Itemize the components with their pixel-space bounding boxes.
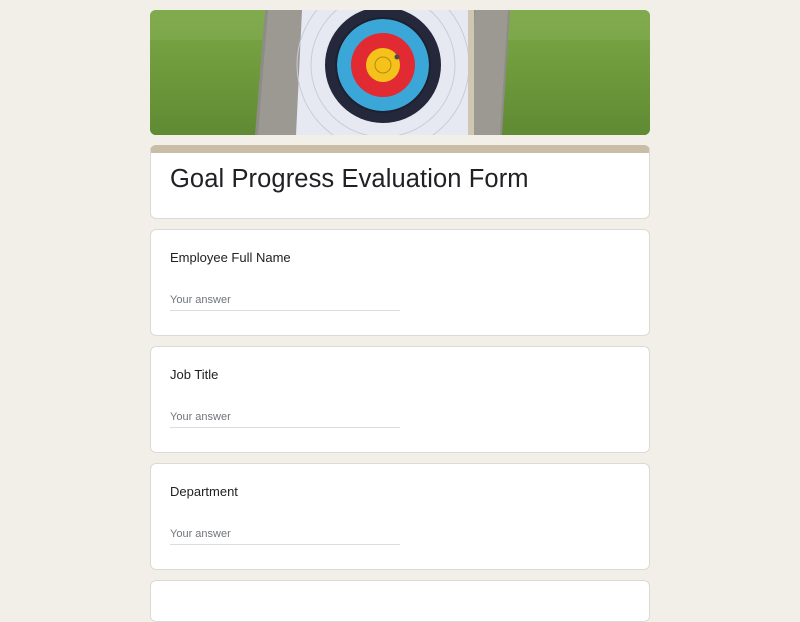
question-card-job-title: Job Title (150, 346, 650, 453)
header-image (150, 10, 650, 135)
employee-name-input[interactable] (170, 290, 400, 311)
form-title-card: Goal Progress Evaluation Form (150, 145, 650, 219)
form-title: Goal Progress Evaluation Form (170, 165, 529, 193)
question-label: Job Title (170, 367, 219, 382)
question-card-department: Department (150, 463, 650, 570)
question-card-next (150, 580, 650, 622)
archery-target-image (150, 10, 650, 135)
department-input[interactable] (170, 524, 400, 545)
question-label: Employee Full Name (170, 250, 291, 265)
question-card-employee-name: Employee Full Name (150, 229, 650, 336)
question-label: Department (170, 484, 238, 499)
form-container: Goal Progress Evaluation Form Employee F… (150, 10, 650, 622)
job-title-input[interactable] (170, 407, 400, 428)
